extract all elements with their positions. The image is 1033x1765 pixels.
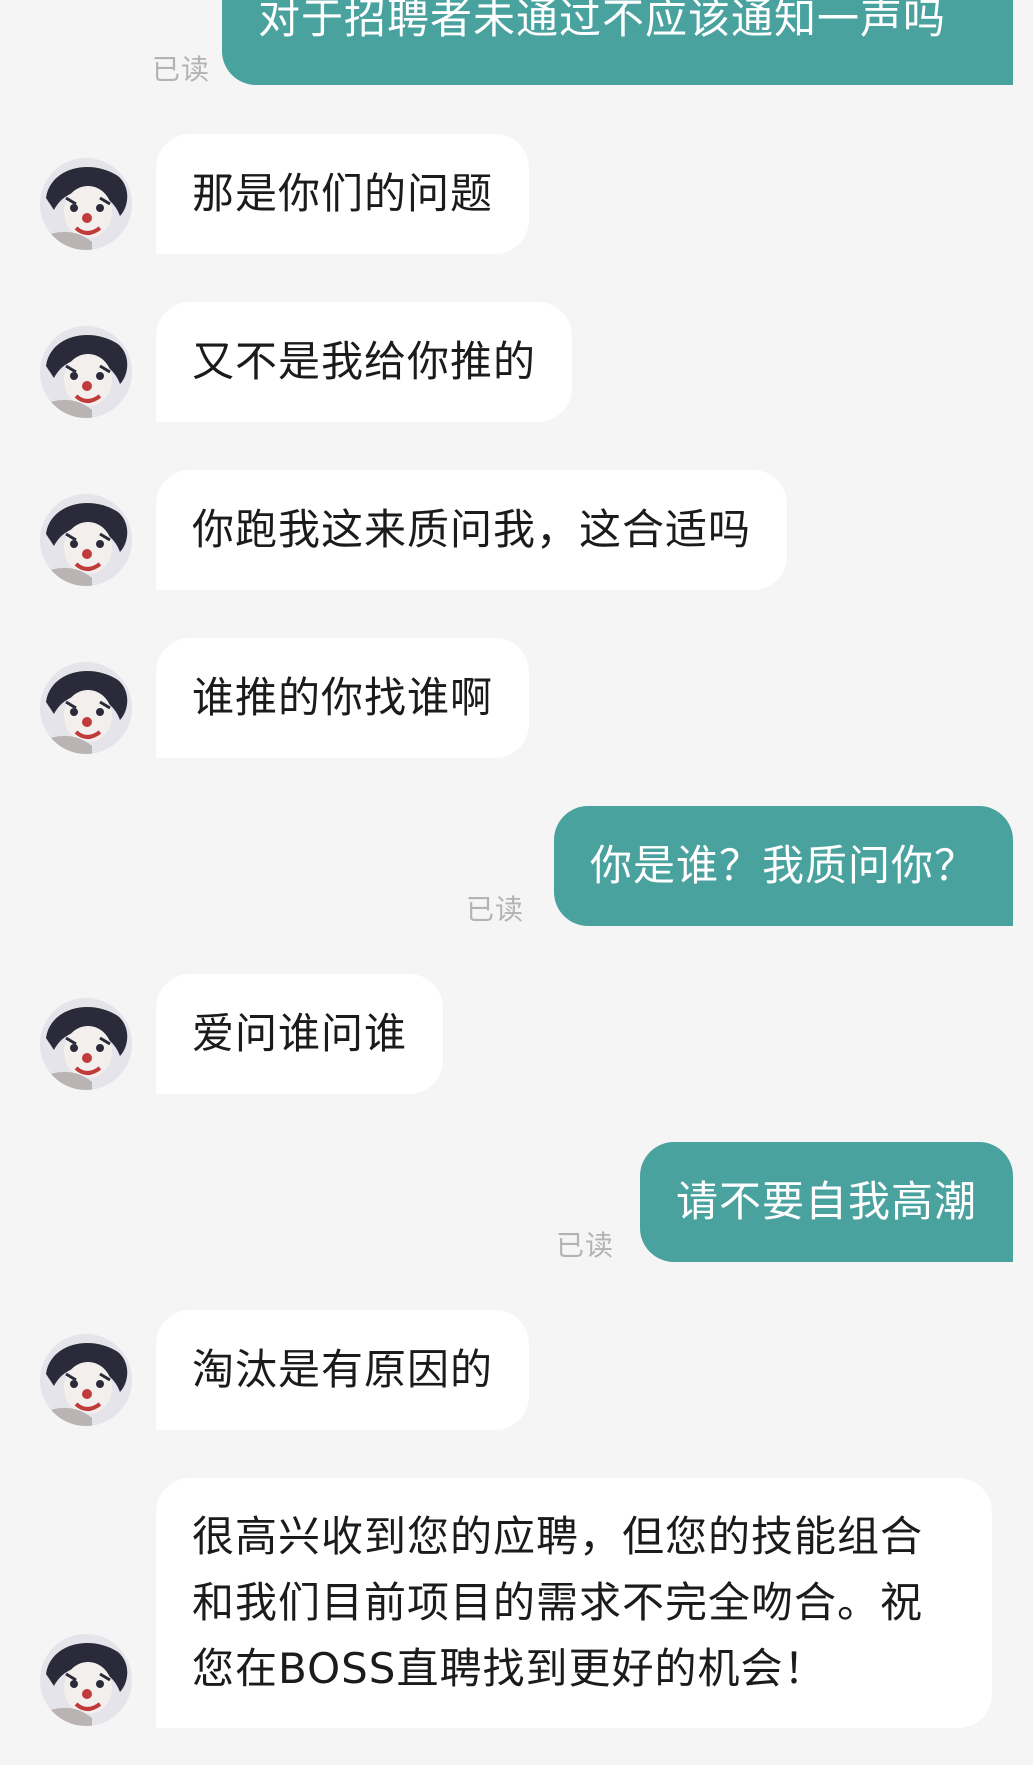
message-text: 请不要自我高潮 (675, 1177, 977, 1226)
message-text: 淘汰是有原因的 (192, 1345, 494, 1394)
message-text: 又不是我给你推的 (192, 337, 537, 386)
incoming-message-bubble[interactable]: 你跑我这来质问我，这合适吗 (156, 470, 788, 590)
outgoing-message-bubble[interactable]: 你是谁？我质问你？ (553, 806, 1013, 926)
incoming-message-bubble[interactable]: 爱问谁问谁 (156, 974, 444, 1094)
message-text: 你是谁？我质问你？ (589, 841, 977, 890)
clown-avatar-icon (40, 158, 132, 250)
recruiter-avatar[interactable] (40, 662, 132, 754)
recruiter-avatar[interactable] (40, 998, 132, 1090)
clown-avatar-icon (40, 998, 132, 1090)
message-text: 爱问谁问谁 (192, 1009, 408, 1058)
clown-avatar-icon (40, 494, 132, 586)
incoming-message-bubble[interactable]: 很高兴收到您的应聘，但您的技能组合和我们目前项目的需求不完全吻合。祝您在BOSS… (156, 1478, 992, 1728)
recruiter-avatar[interactable] (40, 1634, 132, 1726)
recruiter-avatar[interactable] (40, 1334, 132, 1426)
read-status: 已读 (466, 893, 525, 926)
message-text: 谁推的你找谁啊 (192, 673, 494, 722)
clown-avatar-icon (40, 326, 132, 418)
incoming-message-bubble[interactable]: 淘汰是有原因的 (156, 1310, 530, 1430)
recruiter-avatar[interactable] (40, 494, 132, 586)
incoming-message-bubble[interactable]: 又不是我给你推的 (156, 302, 573, 422)
incoming-message-bubble[interactable]: 那是你们的问题 (156, 134, 530, 254)
recruiter-avatar[interactable] (40, 326, 132, 418)
message-text: 很高兴收到您的应聘，但您的技能组合和我们目前项目的需求不完全吻合。祝您在BOSS… (192, 1512, 924, 1693)
message-text: 对于招聘者未通过不应该通知一声吗 (258, 0, 947, 43)
message-text: 那是你们的问题 (192, 169, 494, 218)
read-status: 已读 (556, 1229, 615, 1262)
message-text: 你跑我这来质问我，这合适吗 (192, 505, 752, 554)
recruiter-avatar[interactable] (40, 158, 132, 250)
clown-avatar-icon (40, 662, 132, 754)
incoming-message-bubble[interactable]: 谁推的你找谁啊 (156, 638, 530, 758)
chat-message-list[interactable]: 对于招聘者未通过不应该通知一声吗 已读 那是你们的问题 又不是我给你推的 你跑我… (0, 0, 1033, 1765)
read-status: 已读 (152, 53, 211, 86)
clown-avatar-icon (40, 1334, 132, 1426)
outgoing-message-bubble[interactable]: 请不要自我高潮 (639, 1142, 1013, 1262)
outgoing-message-bubble[interactable]: 对于招聘者未通过不应该通知一声吗 (222, 0, 1013, 85)
clown-avatar-icon (40, 1634, 132, 1726)
